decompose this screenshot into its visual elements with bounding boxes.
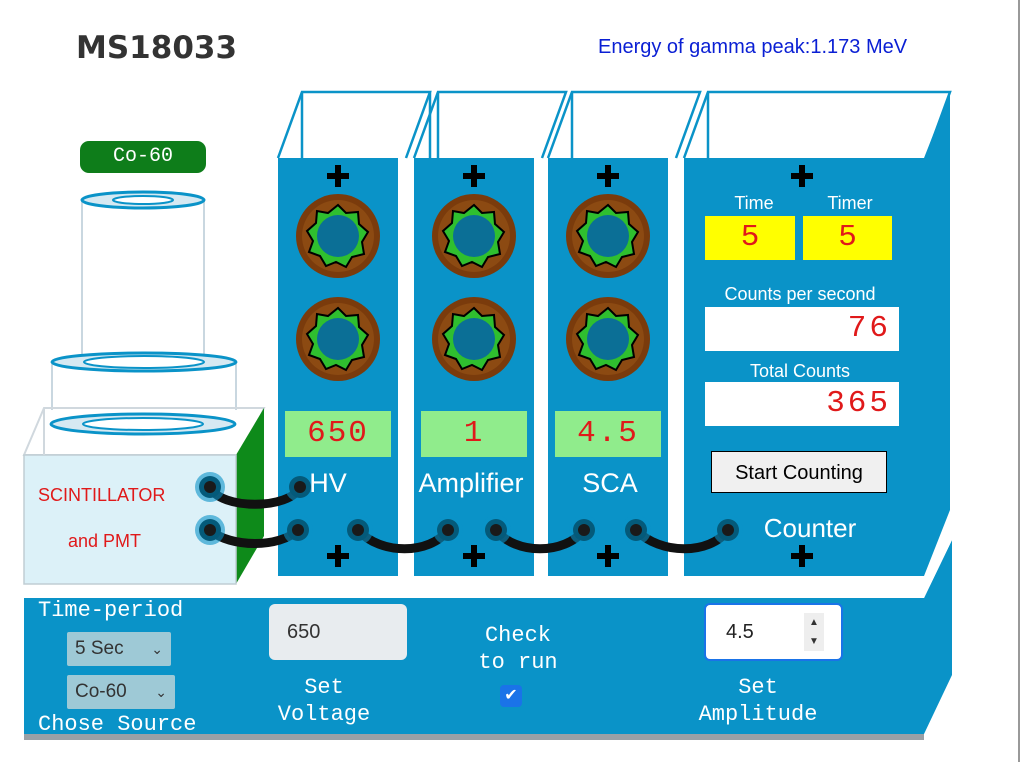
chose-source-label: Chose Source — [38, 712, 197, 737]
time-period-select[interactable]: 5 Sec ⌄ — [67, 632, 171, 666]
set-voltage-label: Set Voltage — [266, 674, 382, 728]
scint-jack-1 — [195, 472, 225, 502]
hv-jack-2 — [343, 515, 373, 545]
spin-up-icon[interactable]: ▲ — [804, 613, 824, 632]
sca-label: SCA — [582, 468, 638, 498]
source-select[interactable]: Co-60 ⌄ — [67, 675, 175, 709]
hv-jack-out — [283, 515, 313, 545]
chevron-down-icon: ⌄ — [151, 641, 163, 657]
hv-display: 650 — [285, 411, 391, 457]
sca-knob-2 — [565, 296, 651, 382]
sca-knob-1 — [565, 193, 651, 279]
cps-label: Counts per second — [724, 284, 876, 304]
amplifier-display: 1 — [421, 411, 527, 457]
amplifier-knob-2 — [431, 296, 517, 382]
sca-screw-bottom — [597, 545, 619, 567]
timer-label: Timer — [827, 193, 873, 213]
total-counts-display: 365 — [705, 382, 899, 426]
amp-jack-out — [481, 515, 511, 545]
set-amplitude-line1: Set — [738, 675, 778, 700]
check-line2: to run — [478, 650, 558, 675]
counter-screw-top — [791, 165, 813, 187]
amplitude-spinner[interactable]: ▲ ▼ — [804, 613, 824, 651]
sca-jack-out — [621, 515, 651, 545]
time-period-label: Time-period — [38, 598, 184, 623]
time-label: Time — [734, 193, 774, 213]
total-counts-label: Total Counts — [749, 361, 851, 381]
sca-jack-in — [569, 515, 599, 545]
scint-jack-2 — [195, 515, 225, 545]
set-amplitude-line2: Amplitude — [698, 702, 818, 727]
check-to-run-label: Check to run — [466, 622, 570, 676]
source-select-value: Co-60 — [75, 681, 127, 702]
amp-screw-top — [463, 165, 485, 187]
time-display: 5 — [705, 216, 795, 260]
set-amplitude-label: Set Amplitude — [680, 674, 836, 728]
chevron-down-icon: ⌄ — [155, 684, 167, 700]
amplifier-label: Amplifier — [418, 468, 524, 498]
hv-screw-bottom — [327, 545, 349, 567]
hv-label: HV — [309, 468, 347, 498]
checkmark-icon: ✔ — [504, 687, 518, 704]
amp-jack-in — [433, 515, 463, 545]
time-period-select-value: 5 Sec — [75, 638, 124, 659]
amplifier-knob-1 — [431, 193, 517, 279]
voltage-input[interactable]: 650 — [269, 604, 407, 660]
check-line1: Check — [484, 623, 551, 648]
run-checkbox[interactable]: ✔ — [500, 685, 522, 707]
amplitude-input-value: 4.5 — [726, 621, 754, 643]
hv-knob-2 — [295, 296, 381, 382]
amplitude-input[interactable]: 4.5 ▲ ▼ — [704, 603, 843, 661]
counter-screw-bottom — [791, 545, 813, 567]
counter-jack-in — [713, 515, 743, 545]
set-voltage-line1: Set — [304, 675, 344, 700]
start-counting-button[interactable]: Start Counting — [711, 451, 887, 493]
amp-screw-bottom — [463, 545, 485, 567]
timer-display: 5 — [803, 216, 892, 260]
counter-label: Counter — [763, 513, 857, 543]
sca-screw-top — [597, 165, 619, 187]
cps-display: 76 — [705, 307, 899, 351]
hv-knob-1 — [295, 193, 381, 279]
hv-screw-top — [327, 165, 349, 187]
spin-down-icon[interactable]: ▼ — [804, 632, 824, 651]
sca-display: 4.5 — [555, 411, 661, 457]
set-voltage-line2: Voltage — [277, 702, 371, 727]
